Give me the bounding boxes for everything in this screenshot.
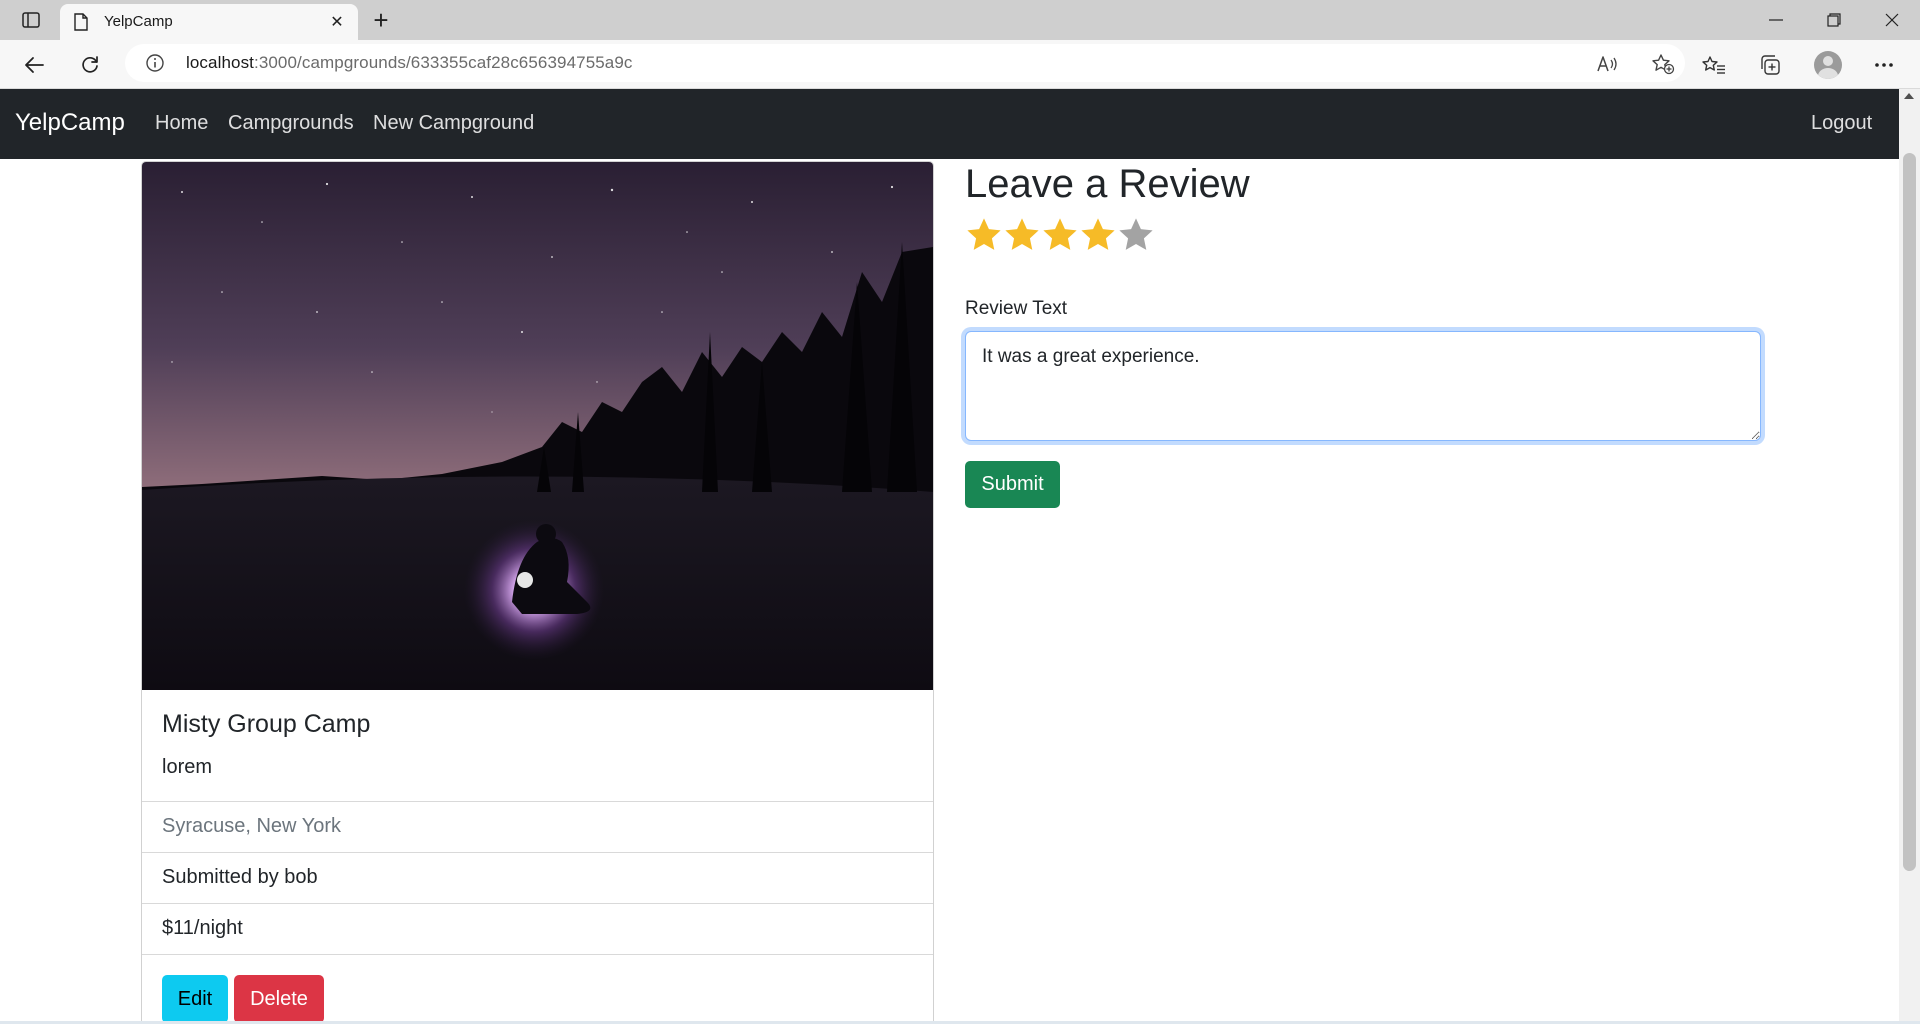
review-textarea[interactable]: It was a great experience. xyxy=(965,331,1761,441)
browser-tab[interactable]: YelpCamp ✕ xyxy=(60,4,358,40)
list-item-price: $11/night xyxy=(142,904,933,955)
window-close-icon[interactable] xyxy=(1864,0,1920,40)
tab-actions-icon[interactable] xyxy=(14,6,48,34)
add-favorite-icon[interactable] xyxy=(1650,53,1676,75)
restore-icon[interactable] xyxy=(1806,0,1862,40)
refresh-icon[interactable] xyxy=(74,50,106,80)
star-filled-icon[interactable] xyxy=(965,215,1003,255)
star-empty-icon[interactable] xyxy=(1117,215,1155,255)
star-filled-icon[interactable] xyxy=(1003,215,1041,255)
review-heading: Leave a Review xyxy=(965,162,1250,206)
close-icon[interactable]: ✕ xyxy=(326,11,348,33)
url-text: localhost:3000/campgrounds/633355caf28c6… xyxy=(186,53,633,73)
campground-price: $11/night xyxy=(162,917,243,939)
nav-link-new-campground[interactable]: New Campground xyxy=(373,112,534,135)
minimize-icon[interactable] xyxy=(1748,0,1804,40)
site-navbar: YelpCamp Home Campgrounds New Campground… xyxy=(0,89,1899,159)
back-icon[interactable] xyxy=(18,50,50,80)
campground-description: lorem xyxy=(162,756,213,778)
info-icon[interactable] xyxy=(145,53,165,78)
profile-avatar-image xyxy=(1814,51,1842,79)
nav-link-logout[interactable]: Logout xyxy=(1811,112,1872,135)
scroll-thumb[interactable] xyxy=(1903,153,1916,871)
nav-link-home[interactable]: Home xyxy=(155,112,208,135)
page-favicon xyxy=(74,13,88,36)
list-item-location: Syracuse, New York xyxy=(142,802,933,853)
url-path: :3000/campgrounds/633355caf28c656394755a… xyxy=(254,53,633,72)
star-rating[interactable] xyxy=(965,215,1155,255)
read-aloud-icon[interactable] xyxy=(1595,53,1621,75)
delete-button[interactable]: Delete xyxy=(234,975,324,1021)
review-text-label: Review Text xyxy=(965,298,1068,319)
edit-button[interactable]: Edit xyxy=(162,975,228,1021)
star-filled-icon[interactable] xyxy=(1041,215,1079,255)
browser-toolbar: localhost:3000/campgrounds/633355caf28c6… xyxy=(0,40,1920,89)
browser-tab-bar: YelpCamp ✕ + xyxy=(0,0,1920,40)
campground-author: Submitted by bob xyxy=(162,866,318,888)
collections-icon[interactable] xyxy=(1754,50,1786,80)
address-bar[interactable]: localhost:3000/campgrounds/633355caf28c6… xyxy=(125,44,1685,82)
campground-image xyxy=(142,162,933,690)
profile-avatar[interactable] xyxy=(1812,50,1844,80)
url-host: localhost xyxy=(186,53,254,72)
more-icon[interactable] xyxy=(1868,50,1900,80)
favorites-icon[interactable] xyxy=(1698,50,1730,80)
page-scrollbar[interactable] xyxy=(1899,89,1920,1021)
scroll-up-arrow-icon[interactable] xyxy=(1904,93,1914,99)
brand-link[interactable]: YelpCamp xyxy=(15,109,125,137)
list-item-author: Submitted by bob xyxy=(142,853,933,904)
plus-icon[interactable]: + xyxy=(366,5,396,35)
campground-location: Syracuse, New York xyxy=(162,815,341,837)
campground-title: Misty Group Camp xyxy=(162,710,371,738)
campground-card: Misty Group Camp lorem Syracuse, New Yor… xyxy=(141,161,934,1021)
card-body: Misty Group Camp lorem xyxy=(142,690,933,802)
tab-title: YelpCamp xyxy=(104,13,173,30)
submit-button[interactable]: Submit xyxy=(965,461,1060,508)
page-viewport: YelpCamp Home Campgrounds New Campground… xyxy=(0,89,1899,1021)
star-filled-icon[interactable] xyxy=(1079,215,1117,255)
nav-link-campgrounds[interactable]: Campgrounds xyxy=(228,112,354,135)
